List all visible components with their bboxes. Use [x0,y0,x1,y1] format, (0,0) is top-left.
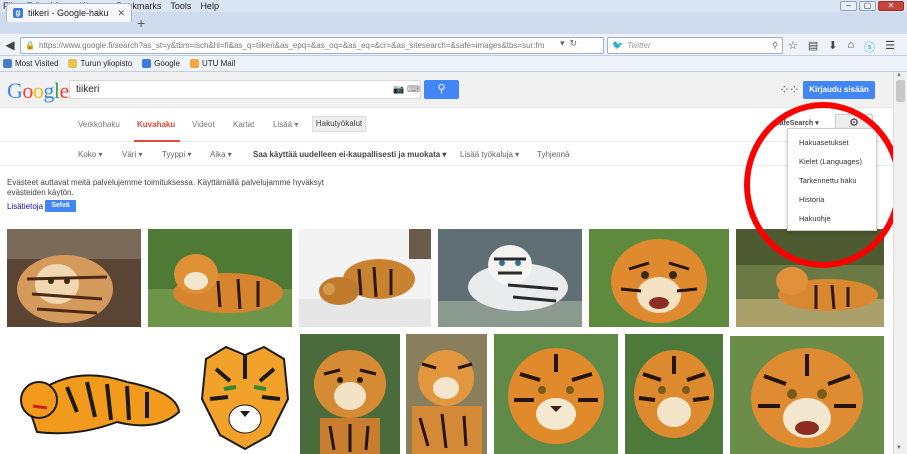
scroll-thumb[interactable] [896,80,905,102]
back-arrow-icon[interactable]: ◀ [2,37,18,53]
close-window-button[interactable]: ✕ [878,1,904,11]
lock-icon: 🔒 [25,41,35,50]
image-result[interactable] [438,229,582,327]
cookie-notice-text: Evästeet auttavat meitä palvelujemme toi… [7,178,325,197]
bookmark-label: Google [154,59,180,68]
cookie-more-link[interactable]: Lisätietoja [7,202,43,211]
url-bar[interactable]: 🔒 https://www.google.fi/search?as_st=y&t… [20,37,604,54]
image-result[interactable] [730,336,884,454]
bookmark-star-icon[interactable]: ☆ [788,39,798,55]
maximize-button[interactable]: ▢ [859,1,876,11]
image-result[interactable] [300,334,400,454]
reload-icon[interactable]: ↻ [570,38,578,49]
close-tab-icon[interactable]: ✕ [117,8,125,19]
gear-icon [3,59,12,68]
skype-icon[interactable]: ⓢ [864,39,875,55]
filter-size[interactable]: Koko ▾ [78,150,102,159]
url-controls: ▾ ↻ [560,38,577,49]
image-result[interactable] [196,339,294,454]
search-button[interactable]: ⚲ [424,80,459,99]
camera-icon[interactable]: 📷 [393,84,404,95]
search-icon[interactable]: ⚲ [772,41,778,50]
toolbar-icons: ☆ ▤ ⬇ ⌂ ⓢ ☰ [788,39,895,55]
filter-usage-rights[interactable]: Saa käyttää uudelleen ei-kaupallisesti j… [253,150,446,159]
google-page: Google tiikeri 📷 ⌨ ⚲ ⁘⁘ Kirjaudu sisään … [0,72,902,454]
navigation-bar: ◀ 🔒 https://www.google.fi/search?as_st=y… [0,34,907,56]
logo-letter: g [43,78,54,103]
scroll-down-arrow-icon[interactable]: ▼ [896,445,902,451]
image-result[interactable] [148,229,292,327]
bookmark-label: Turun yliopisto [80,59,133,68]
mail-icon [189,59,199,68]
filter-more-tools[interactable]: Lisää työkaluja ▾ [460,150,519,159]
bookmark-turun-yliopisto[interactable]: Turun yliopisto [68,59,132,68]
tab-videos[interactable]: Videot [192,120,215,129]
filter-color[interactable]: Väri ▾ [122,150,142,159]
bookmarks-bar: Most Visited Turun yliopisto Google UTU … [0,56,907,72]
menu-tools[interactable]: Tools [170,0,191,12]
search-tools-button[interactable]: Hakutyökalut [312,116,366,132]
red-highlight-circle [744,102,902,268]
tab-web[interactable]: Verkkohaku [78,120,120,129]
browser-tab[interactable]: g tiikeri - Google-haku ✕ [6,3,132,22]
home-icon[interactable]: ⌂ [848,39,855,55]
search-input[interactable]: tiikeri [69,80,421,99]
bookmark-most-visited[interactable]: Most Visited [3,59,58,68]
google-header: Google tiikeri 📷 ⌨ ⚲ ⁘⁘ Kirjaudu sisään [0,72,893,108]
menu-help[interactable]: Help [200,0,219,12]
twitter-placeholder: Twitter [627,41,651,50]
image-result[interactable] [299,229,431,327]
image-result[interactable] [7,229,141,327]
tab-title: tiikeri - Google-haku [28,8,109,18]
image-result[interactable] [625,334,723,454]
google-logo[interactable]: Google [7,78,69,104]
clipboard-icon[interactable]: ▤ [808,39,818,55]
minimize-button[interactable]: – [840,1,857,11]
google-favicon-icon: g [13,8,23,18]
folder-icon [68,59,78,68]
logo-letter: o [22,78,33,103]
bookmark-label: UTU Mail [201,59,236,68]
cookie-ok-button[interactable]: Selvä [45,200,76,212]
logo-letter: e [59,78,70,103]
tab-images[interactable]: Kuvahaku [137,120,175,129]
window-controls: – ▢ ✕ [840,1,904,11]
sign-in-button[interactable]: Kirjaudu sisään [803,81,875,99]
bookmark-google[interactable]: Google [142,59,180,68]
twitter-search-box[interactable]: 🐦 Twitter ⚲ [607,37,783,54]
new-tab-icon[interactable]: + [137,15,145,31]
image-result[interactable] [589,229,729,327]
logo-letter: o [32,78,44,103]
dropdown-arrow-icon[interactable]: ▾ [560,38,565,49]
tab-more[interactable]: Lisää ▾ [273,120,298,129]
image-result[interactable] [494,334,618,454]
menu-bar: File Edit View History Bookmarks Tools H… [0,0,907,12]
keyboard-icon[interactable]: ⌨ [407,84,420,95]
tab-maps[interactable]: Kartat [233,120,254,129]
apps-grid-icon[interactable]: ⁘⁘ [779,82,800,98]
filter-type[interactable]: Tyyppi ▾ [162,150,191,159]
bookmark-label: Most Visited [15,59,59,68]
bookmark-utu-mail[interactable]: UTU Mail [189,59,236,68]
twitter-icon: 🐦 [612,40,624,50]
filter-time[interactable]: Aika ▾ [210,150,232,159]
filter-clear[interactable]: Tyhjennä [537,150,569,159]
url-text: https://www.google.fi/search?as_st=y&tbm… [38,41,545,50]
image-result[interactable] [7,342,189,454]
logo-letter: G [7,78,23,103]
download-icon[interactable]: ⬇ [828,39,837,55]
google-icon [142,59,152,68]
scroll-up-arrow-icon[interactable]: ▲ [896,72,902,78]
image-result[interactable] [406,334,487,454]
hamburger-menu-icon[interactable]: ☰ [885,39,895,55]
page-scrollbar[interactable]: ▲ ▼ [893,72,907,454]
